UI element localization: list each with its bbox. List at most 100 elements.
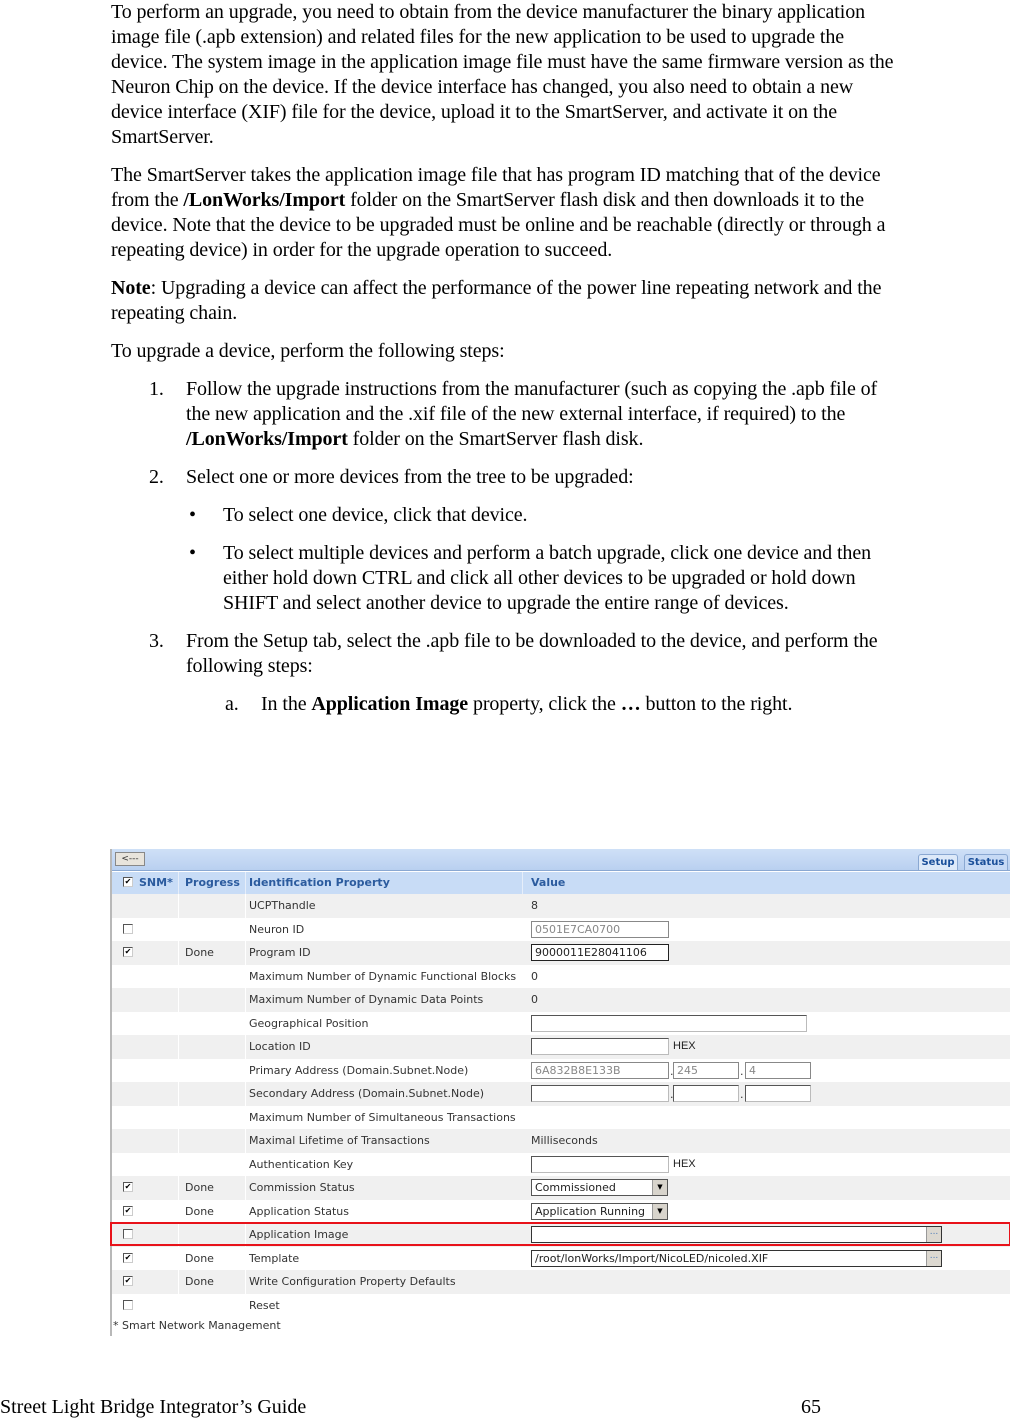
progress-status: Done [185,1275,214,1288]
bullet-item: • To select multiple devices and perform… [189,542,872,614]
step-number: 3. [149,630,164,652]
property-value: Milliseconds [531,1134,598,1147]
program-id-field[interactable]: 9000011E28041106 [531,944,669,961]
bullet-item: • To select one device, click that devic… [189,504,528,526]
property-name: Geographical Position [249,1016,369,1030]
snm-checkbox[interactable] [123,1299,133,1310]
column-header-property: Identification Property [249,876,390,889]
table-row-neuron-id: Neuron ID 0501E7CA0700 [112,917,1010,941]
steps-intro: To upgrade a device, perform the followi… [111,340,505,362]
location-id-field[interactable] [531,1038,669,1055]
node-field[interactable] [745,1085,811,1102]
tab-setup[interactable]: Setup [918,854,958,870]
browse-ellipsis-button[interactable]: ... [926,1227,941,1242]
intro-paragraph: To perform an upgrade, you need to obtai… [111,1,894,148]
properties-table: SNM* Progress Identification Property Va… [112,872,1010,1317]
application-image-path-field[interactable]: ... [531,1226,942,1243]
progress-status: Done [185,1204,214,1218]
chevron-down-icon[interactable]: ▼ [652,1203,667,1219]
property-name: Maximum Number of Dynamic Functional Blo… [249,969,517,983]
property-value: 0 [531,969,538,983]
table-row-maximum-number-of-simultaneous-transactions: Maximum Number of Simultaneous Transacti… [112,1105,1010,1129]
table-row-write-configuration-property-defaults: Done Write Configuration Property Default… [112,1270,1010,1294]
selected-value: Application Running [535,1204,646,1218]
property-name: Template [249,1251,300,1265]
hex-suffix-label: HEX [673,1157,696,1170]
table-row-secondary-address-domain-subnet-node: Secondary Address (Domain.Subnet.Node).. [112,1082,1010,1106]
chevron-down-icon[interactable]: ▼ [652,1180,667,1195]
step-number: 1. [149,378,164,400]
substep-a: a. In the Application Image property, cl… [225,693,793,715]
domain-field[interactable] [531,1085,669,1102]
table-row-maximum-number-of-dynamic-data-points: Maximum Number of Dynamic Data Points 0 [112,988,1010,1012]
neuron-id-field[interactable]: 0501E7CA0700 [531,920,669,938]
snm-checkbox[interactable] [123,1182,133,1192]
page-number: 65 [801,1396,821,1418]
import-folder-path: /LonWorks/Import [183,189,346,211]
table-row-template: Done Template/root/lonWorks/Import/NicoLE… [112,1246,1010,1270]
table-row-location-id: Location ID HEX [112,1035,1010,1059]
snm-checkbox[interactable] [123,1252,133,1263]
table-row-application-image: Application Image... [112,1223,1010,1247]
table-row-maximum-number-of-dynamic-functional-blocks: Maximum Number of Dynamic Functional Blo… [112,964,1010,988]
table-row-maximal-lifetime-of-transactions: Maximal Lifetime of Transactions Millisec… [112,1129,1010,1153]
node-field[interactable]: 4 [745,1061,811,1079]
toolbar: <--- Setup Status [112,849,1010,871]
table-header: SNM* Progress Identification Property Va… [112,872,1010,894]
selected-value: Commissioned [535,1181,616,1194]
snm-checkbox[interactable] [123,923,133,934]
browse-ellipsis-button[interactable]: ... [926,1250,941,1266]
document-body: To perform an upgrade, you need to obtai… [111,0,901,730]
template-path-field[interactable]: /root/lonWorks/Import/NicoLED/nicoled.XI… [531,1249,942,1267]
property-name: Location ID [249,1040,311,1053]
property-name: Authentication Key [249,1157,354,1171]
smartserver-paragraph: The SmartServer takes the application im… [111,164,886,261]
table-row-primary-address-domain-subnet-node: Primary Address (Domain.Subnet.Node) 6A83… [112,1058,1010,1082]
footer-guide-title: Street Light Bridge Integrator’s Guide [0,1396,307,1418]
ellipsis-term: … [620,693,641,715]
property-name: Write Configuration Property Defaults [249,1275,456,1288]
substep-letter: a. [225,693,239,715]
tab-status[interactable]: Status [964,854,1008,870]
subnet-field[interactable] [673,1085,739,1102]
domain-field[interactable]: 6A832B8E133B [531,1061,669,1079]
property-name: Maximal Lifetime of Transactions [249,1134,430,1147]
table-row-reset: Reset [112,1293,1010,1317]
table-row-commission-status: Done Commission Status Commissioned ▼ [112,1176,1010,1200]
select-all-checkbox[interactable] [123,877,133,887]
file-path: /root/lonWorks/Import/NicoLED/nicoled.XI… [535,1251,769,1265]
property-name: Primary Address (Domain.Subnet.Node) [249,1063,469,1077]
column-header-progress: Progress [185,876,240,889]
property-name: Application Image [249,1228,349,1241]
back-button[interactable]: <--- [115,852,145,866]
progress-status: Done [185,1181,214,1194]
authentication-key-field[interactable] [531,1155,669,1173]
property-name: Application Status [249,1204,350,1218]
snm-checkbox[interactable] [123,1205,133,1216]
bullet-icon: • [189,504,196,526]
application-status-select[interactable]: Application Running ▼ [531,1202,668,1220]
step-1: 1. Follow the upgrade instructions from … [149,378,878,450]
property-name: UCPThandle [249,899,316,912]
snm-checkbox[interactable] [123,1229,133,1239]
step-3: 3. From the Setup tab, select the .apb f… [149,630,878,677]
property-name: Maximum Number of Simultaneous Transacti… [249,1110,516,1124]
commission-status-select[interactable]: Commissioned ▼ [531,1179,668,1196]
note-label: Note [111,277,151,299]
property-name: Maximum Number of Dynamic Data Points [249,993,484,1006]
subnet-field[interactable]: 245 [673,1061,739,1079]
property-name: Neuron ID [249,922,305,936]
snm-checkbox[interactable] [123,947,133,957]
progress-status: Done [185,1251,214,1265]
address-separator: . [740,1064,744,1078]
geographical-position-field[interactable] [531,1014,807,1032]
property-name: Commission Status [249,1181,355,1194]
table-row-geographical-position: Geographical Position [112,1011,1010,1035]
smartserver-setup-screenshot: <--- Setup Status SNM* Progress Identifi… [110,849,1010,1336]
property-name: Secondary Address (Domain.Subnet.Node) [249,1087,485,1100]
property-name: Reset [249,1298,280,1312]
footnote: * Smart Network Management [113,1319,281,1332]
import-folder-path: /LonWorks/Import [186,428,348,450]
table-row-program-id: Done Program ID 9000011E28041106 [112,941,1010,965]
snm-checkbox[interactable] [123,1276,133,1286]
